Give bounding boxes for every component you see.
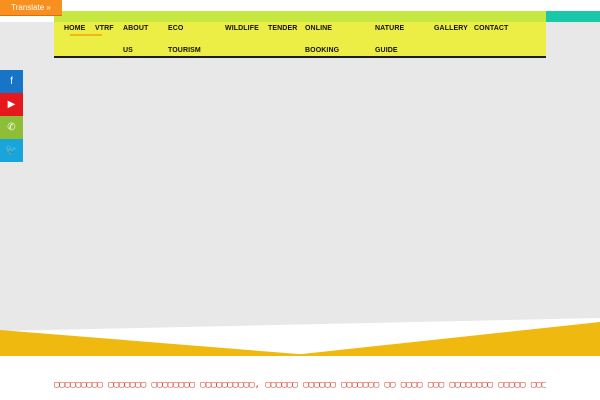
nav-about-us-label: ABOUT US xyxy=(123,25,149,54)
nav-online-booking-label: ONLINE BOOKING xyxy=(305,25,340,54)
nav-wildlife[interactable]: WILDLIFE xyxy=(225,11,265,56)
twitter-icon[interactable]: 🐦 xyxy=(0,139,23,162)
main-navbar: HOME VTRF ABOUT US ECO TOURISM WILDLIFE … xyxy=(54,11,546,58)
nav-eco-tourism-label: ECO TOURISM xyxy=(168,25,201,54)
nav-eco-tourism[interactable]: ECO TOURISM xyxy=(168,11,218,56)
nav-gallery[interactable]: GALLERY xyxy=(434,11,474,56)
nav-tender[interactable]: TENDER xyxy=(268,11,303,56)
nav-online-booking[interactable]: ONLINE BOOKING xyxy=(305,11,355,56)
news-ticker: ▢▢▢▢▢▢▢▢▢ ▢▢▢▢▢▢▢ ▢▢▢▢▢▢▢▢ ▢▢▢▢▢▢▢▢▢▢, ▢… xyxy=(54,380,546,390)
nav-wildlife-label: WILDLIFE xyxy=(225,25,259,32)
facebook-icon[interactable]: f xyxy=(0,70,23,93)
nav-contact[interactable]: CONTACT xyxy=(474,11,519,56)
nav-nature-guide[interactable]: NATURE GUIDE xyxy=(375,11,420,56)
hero-wave-band xyxy=(0,318,600,358)
translate-button[interactable]: Translate » xyxy=(0,0,62,16)
nav-vtrf[interactable]: VTRF xyxy=(95,11,125,56)
nav-nature-guide-label: NATURE GUIDE xyxy=(375,25,405,54)
nav-home-label: HOME xyxy=(64,25,86,32)
nav-gallery-label: GALLERY xyxy=(434,25,468,32)
nav-contact-label: CONTACT xyxy=(474,25,509,32)
nav-tender-label: TENDER xyxy=(268,25,298,32)
nav-vtrf-label: VTRF xyxy=(95,25,114,32)
nav-about-us[interactable]: ABOUT US xyxy=(123,11,163,56)
top-accent-bar xyxy=(545,11,600,22)
youtube-icon[interactable]: ▶ xyxy=(0,93,23,116)
whatsapp-icon[interactable]: ✆ xyxy=(0,116,23,139)
social-share-bar: f ▶ ✆ 🐦 xyxy=(0,70,23,162)
